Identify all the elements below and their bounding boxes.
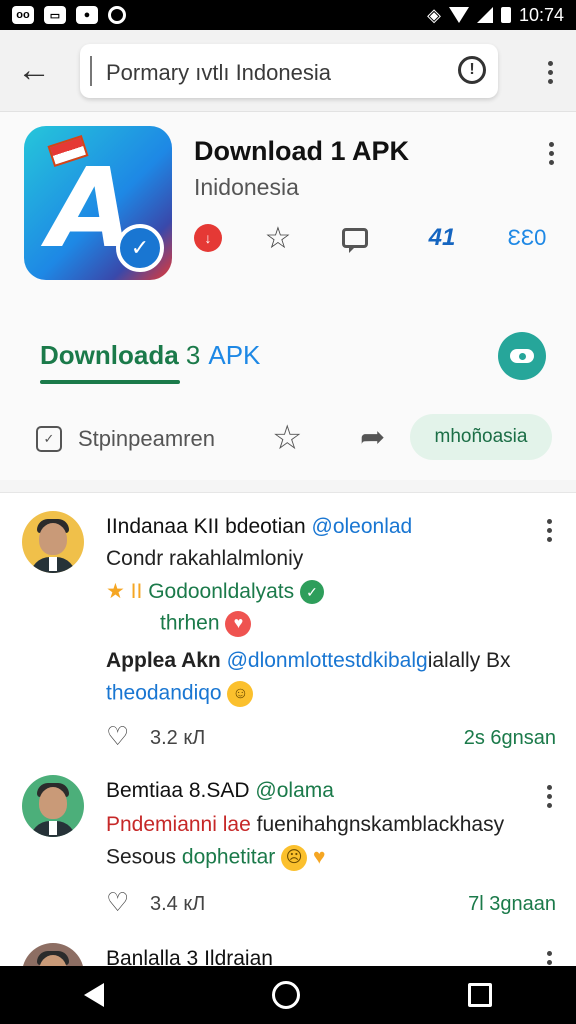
- comment-line: Condr rakahlalmloniy: [106, 547, 304, 570]
- screen: oo ▭ ● ◈ 10:74 ← Pormary ıvtlı Indonesia…: [0, 0, 576, 1024]
- chat-fab-icon[interactable]: [498, 332, 546, 380]
- chart-action[interactable]: 41: [424, 220, 460, 256]
- verified-badge-icon: ✓: [299, 580, 324, 605]
- comment-more-vert-icon[interactable]: [547, 951, 552, 965]
- download-tab-label: Downloada 3 APK: [40, 340, 261, 370]
- navigation-bar: [0, 966, 576, 1024]
- count-action[interactable]: ƐƐ0: [502, 220, 552, 256]
- nav-back-icon[interactable]: [84, 983, 104, 1007]
- signal-icon: [476, 7, 493, 23]
- comment-icon[interactable]: [340, 220, 370, 256]
- tools-row: ✓ Stpinpeamren ☆ ➦ mhoñoasia: [34, 414, 554, 462]
- app-subtitle: Inidonesia: [194, 174, 299, 200]
- comment-line: theodandiqo ☺: [106, 681, 254, 707]
- like-count: 3.4 кЛ: [150, 893, 206, 915]
- comment-time: 7l 3gnaan: [468, 893, 556, 915]
- battery-icon: [500, 7, 511, 23]
- gallery-icon: ▭: [44, 6, 66, 24]
- calendar-icon[interactable]: ✓: [36, 426, 62, 452]
- search-caret: [90, 56, 92, 86]
- more-vert-icon[interactable]: [540, 52, 560, 92]
- comment-more-vert-icon[interactable]: [547, 785, 552, 808]
- comments-list: IIndanaa KII bdeotian @oleonlad Condr ra…: [0, 492, 576, 1005]
- heart-icon: ♥: [312, 845, 326, 869]
- comment-author: Bemtiaa 8.SAD @olama: [106, 779, 334, 802]
- pause-icon: II: [130, 580, 143, 603]
- star-icon: ★: [106, 580, 125, 603]
- top-app-bar: ← Pormary ıvtlı Indonesia !: [0, 30, 576, 112]
- share-icon[interactable]: ➦: [360, 420, 385, 455]
- favorite-star-icon[interactable]: ☆: [272, 418, 302, 458]
- sync-icon: [108, 6, 126, 24]
- list-item: Bemtiaa 8.SAD @olama Pndemianni lae fuen…: [0, 765, 576, 935]
- heart-eyes-emoji-icon: ♥: [225, 611, 252, 637]
- nav-recents-icon[interactable]: [468, 983, 492, 1007]
- region-chip[interactable]: mhoñoasia: [410, 414, 552, 460]
- comment-line: thrhen ♥: [160, 611, 252, 637]
- star-icon[interactable]: ☆: [262, 220, 294, 256]
- back-arrow-icon[interactable]: ←: [14, 50, 54, 90]
- list-item: Banlalla 3 Ildraian: [0, 937, 576, 1005]
- download-red-icon[interactable]: ↓: [194, 224, 222, 252]
- status-bar: oo ▭ ● ◈ 10:74: [0, 0, 576, 30]
- card-more-vert-icon[interactable]: [549, 142, 554, 165]
- wifi-icon: [448, 7, 469, 23]
- search-query: Pormary ıvtlı Indonesia: [106, 60, 331, 85]
- comment-line: Sesous dophetitar ☹ ♥: [106, 845, 325, 871]
- status-time: 10:74: [518, 4, 564, 25]
- search-input[interactable]: Pormary ıvtlı Indonesia !: [80, 44, 498, 98]
- app-logo-icon[interactable]: A ✓: [24, 126, 172, 280]
- camera-icon: ●: [76, 6, 98, 24]
- like-count: 3.2 кЛ: [150, 727, 206, 749]
- download-tab[interactable]: Downloada 3 APK: [40, 340, 261, 384]
- avatar[interactable]: [22, 511, 84, 573]
- smile-emoji-icon: ☺: [227, 681, 254, 707]
- comment-more-vert-icon[interactable]: [547, 519, 552, 542]
- comment-author: IIndanaa KII bdeotian @oleonlad: [106, 515, 413, 538]
- worried-emoji-icon: ☹: [281, 845, 308, 871]
- comment-line: Pndemianni lae fuenihahgnskamblackhasy: [106, 813, 505, 836]
- app-actions-row: ↓ ☆ 41 ƐƐ0: [192, 220, 552, 260]
- like-icon[interactable]: ♡: [106, 721, 129, 752]
- avatar[interactable]: [22, 775, 84, 837]
- comment-line: ★ II Godoonldalyats ✓: [106, 579, 324, 605]
- tab-underline: [40, 380, 180, 384]
- vibrate-icon: ◈: [427, 4, 441, 25]
- comment-line: Applea Akn @dlonmlottestdkibalgialally B…: [106, 649, 511, 672]
- nav-home-icon[interactable]: [272, 981, 300, 1009]
- app-title: Download 1 APK: [194, 136, 410, 166]
- like-icon[interactable]: ♡: [106, 887, 129, 918]
- tool-label[interactable]: Stpinpeamren: [78, 426, 215, 452]
- info-icon[interactable]: !: [458, 56, 486, 84]
- comment-time: 2s 6gnsan: [463, 727, 556, 749]
- list-item: IIndanaa KII bdeotian @oleonlad Condr ra…: [0, 493, 576, 763]
- app-card: A ✓ Download 1 APK Inidonesia ↓ ☆ 41 ƐƐ0…: [0, 112, 576, 480]
- notification-icon: oo: [12, 6, 34, 24]
